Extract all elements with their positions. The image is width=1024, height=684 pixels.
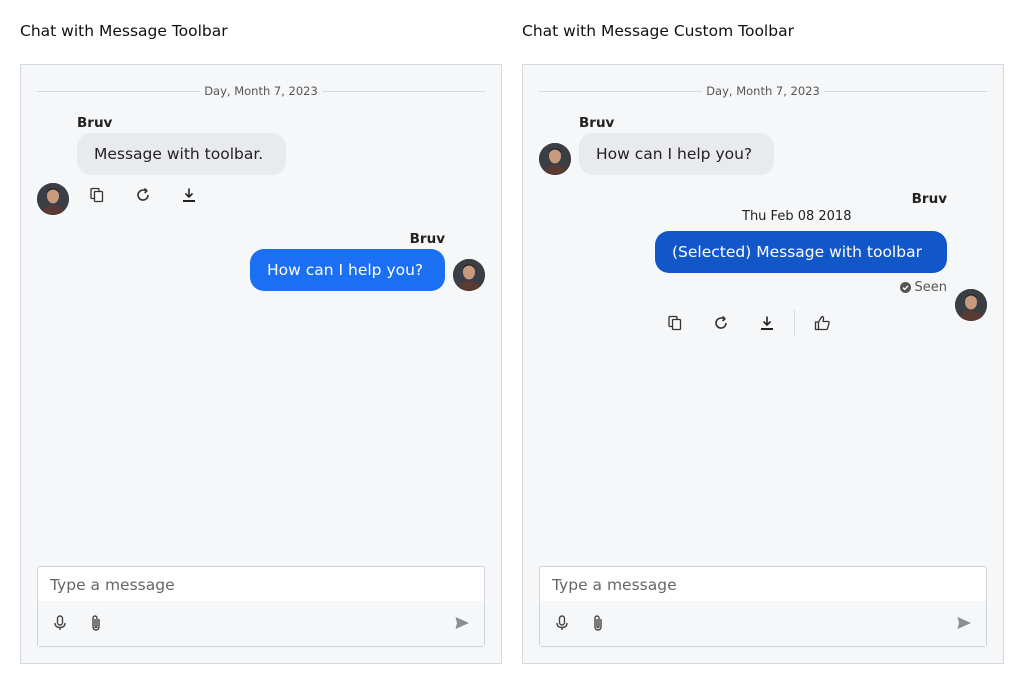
date-divider: Day, Month 7, 2023 [539,83,987,99]
message-input[interactable] [38,567,484,603]
panel-title: Chat with Message Custom Toolbar [522,22,794,40]
download-icon[interactable] [756,312,778,334]
message-input[interactable] [540,567,986,603]
incoming-sender-name: Bruv [77,115,113,131]
copy-icon[interactable] [86,184,108,206]
chat-container: Day, Month 7, 2023 Bruv Message with too… [20,64,502,664]
avatar [453,259,485,291]
send-icon[interactable] [452,613,472,633]
seen-label: Seen [914,280,948,295]
message-composer [539,566,987,647]
outgoing-sender-name: Bruv [911,191,947,207]
message-timestamp: Thu Feb 08 2018 [742,209,852,224]
toolbar-separator [794,310,795,336]
incoming-message-bubble[interactable]: Message with toolbar. [77,133,286,175]
refresh-icon[interactable] [710,312,732,334]
chat-container: Day, Month 7, 2023 Bruv How can I help y… [522,64,1004,664]
thumbs-up-icon[interactable] [811,312,833,334]
avatar [37,183,69,215]
paperclip-icon[interactable] [588,613,608,633]
avatar [539,143,571,175]
check-circle-icon [899,282,911,293]
date-divider-label: Day, Month 7, 2023 [204,84,318,98]
microphone-icon[interactable] [50,613,70,633]
incoming-sender-name: Bruv [579,115,615,131]
date-divider: Day, Month 7, 2023 [37,83,485,99]
message-status: Seen [899,280,948,295]
outgoing-sender-name: Bruv [409,231,445,247]
paperclip-icon[interactable] [86,613,106,633]
panel-title: Chat with Message Toolbar [20,22,228,40]
message-composer [37,566,485,647]
composer-actions [38,601,484,646]
refresh-icon[interactable] [132,184,154,206]
send-icon[interactable] [954,613,974,633]
outgoing-message-bubble[interactable]: How can I help you? [250,249,445,291]
selected-message-bubble[interactable]: (Selected) Message with toolbar [655,231,947,273]
composer-actions [540,601,986,646]
download-icon[interactable] [178,184,200,206]
microphone-icon[interactable] [552,613,572,633]
avatar [955,289,987,321]
date-divider-label: Day, Month 7, 2023 [706,84,820,98]
copy-icon[interactable] [664,312,686,334]
incoming-message-bubble[interactable]: How can I help you? [579,133,774,175]
